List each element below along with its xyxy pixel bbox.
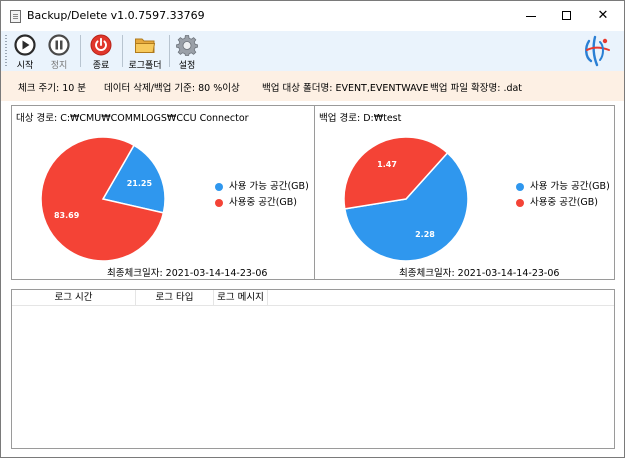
source-disk-panel: 대상 경로: C:₩CMU₩COMMLOGS₩CCU Connector 21.… (11, 105, 315, 280)
toolbar-separator (169, 35, 170, 67)
close-icon: ✕ (597, 8, 609, 23)
settings-label: 설정 (178, 61, 196, 71)
source-chart-legend: 사용 가능 공간(GB) 사용중 공간(GB) (215, 179, 309, 211)
stop-button[interactable]: 정지 (44, 31, 74, 71)
column-header-log-message[interactable]: 로그 메시지 (214, 290, 268, 306)
check-cycle-text: 체크 주기: 10 분 (18, 83, 87, 94)
backup-chart-legend: 사용 가능 공간(GB) 사용중 공간(GB) (516, 179, 610, 211)
log-folder-button[interactable]: 로그폴더 (125, 31, 165, 71)
backup-path-label: 백업 경로: D:₩test (319, 113, 402, 124)
toolbar-separator (80, 35, 81, 67)
backup-last-check: 최종체크일자: 2021-03-14-14-23-06 (399, 268, 560, 279)
power-icon (90, 34, 112, 56)
legend-free-space: 사용 가능 공간(GB) (215, 179, 309, 195)
legend-free-swatch (215, 183, 223, 191)
backup-space-pie-chart: 2.28 1.47 (343, 136, 469, 262)
source-space-pie-chart: 21.25 83.69 (40, 136, 166, 262)
app-window: Backup/Delete v1.0.7597.33769 ✕ 시작 정지 종료… (0, 0, 625, 458)
company-logo (585, 35, 610, 67)
backup-disk-panel: 백업 경로: D:₩test 2.28 1.47 사용 가능 공간(GB) 사용중… (314, 105, 615, 280)
gear-icon (176, 35, 198, 56)
exit-button[interactable]: 종료 (86, 31, 116, 71)
legend-used-label: 사용중 공간(GB) (530, 197, 599, 208)
delete-rule-text: 데이터 삭제/백업 기준: 80 %이상 (104, 83, 240, 94)
source-path-label: 대상 경로: C:₩CMU₩COMMLOGS₩CCU Connector (16, 113, 249, 124)
minimize-icon (526, 16, 536, 17)
log-list[interactable]: 로그 시간 로그 타입 로그 메시지 (11, 289, 615, 449)
settings-button[interactable]: 설정 (172, 31, 202, 71)
pie-label-free-space: 21.25 (127, 179, 153, 188)
start-label: 시작 (16, 61, 34, 71)
stop-label: 정지 (50, 61, 68, 71)
app-icon (10, 10, 21, 23)
legend-used-swatch (215, 199, 223, 207)
play-icon (14, 34, 36, 56)
toolbar: 시작 정지 종료 로그폴더 설정 (1, 31, 624, 71)
source-last-check: 최종체크일자: 2021-03-14-14-23-06 (107, 268, 268, 279)
pause-icon (48, 34, 70, 56)
column-header-log-time[interactable]: 로그 시간 (12, 290, 136, 306)
toolbar-separator (122, 35, 123, 67)
maximize-icon (562, 11, 571, 20)
toolbar-grip[interactable] (5, 35, 7, 67)
legend-free-swatch (516, 183, 524, 191)
maximize-button[interactable] (549, 1, 585, 31)
log-list-header: 로그 시간 로그 타입 로그 메시지 (12, 290, 614, 306)
pie-label-free-space: 2.28 (415, 230, 435, 239)
exit-label: 종료 (92, 61, 110, 71)
pie-label-used-space: 1.47 (377, 160, 397, 169)
settings-summary-bar: 체크 주기: 10 분 데이터 삭제/백업 기준: 80 %이상 백업 대상 폴… (1, 71, 624, 101)
legend-used-space: 사용중 공간(GB) (215, 195, 309, 211)
legend-used-space: 사용중 공간(GB) (516, 195, 610, 211)
legend-free-label: 사용 가능 공간(GB) (530, 181, 610, 192)
legend-free-label: 사용 가능 공간(GB) (229, 181, 309, 192)
window-title: Backup/Delete v1.0.7597.33769 (27, 9, 205, 22)
title-bar: Backup/Delete v1.0.7597.33769 ✕ (1, 1, 624, 31)
backup-folders-text: 백업 대상 폴더명: EVENT,EVENTWAVE (262, 83, 429, 94)
folder-icon (135, 38, 156, 53)
pie-label-used-space: 83.69 (54, 211, 80, 220)
column-header-log-type[interactable]: 로그 타입 (136, 290, 214, 306)
legend-used-label: 사용중 공간(GB) (229, 197, 298, 208)
backup-extension-text: 백업 파일 확장명: .dat (430, 83, 523, 94)
log-folder-label: 로그폴더 (128, 61, 162, 71)
legend-free-space: 사용 가능 공간(GB) (516, 179, 610, 195)
close-button[interactable]: ✕ (585, 1, 621, 31)
start-button[interactable]: 시작 (10, 31, 40, 71)
minimize-button[interactable] (513, 1, 549, 31)
legend-used-swatch (516, 199, 524, 207)
